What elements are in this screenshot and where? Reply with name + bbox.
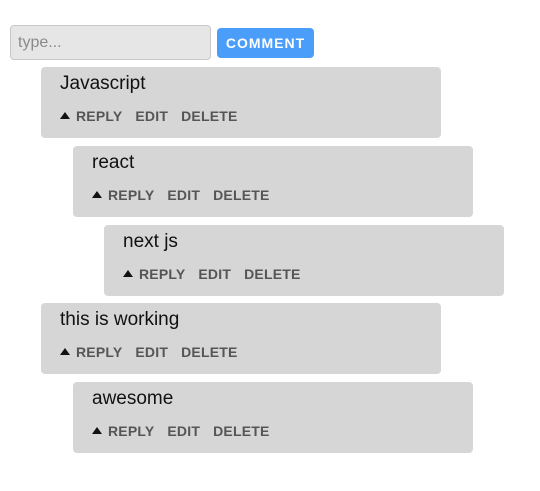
caret-up-icon xyxy=(92,426,102,434)
comment-text: react xyxy=(92,152,135,173)
reply-button[interactable]: REPLY xyxy=(92,187,154,203)
reply-button[interactable]: REPLY xyxy=(60,344,122,360)
comment-text: next js xyxy=(123,231,178,252)
reply-label: REPLY xyxy=(139,266,186,282)
caret-up-icon xyxy=(92,190,102,198)
comment-text: this is working xyxy=(60,309,180,330)
comment-text: awesome xyxy=(92,388,174,409)
caret-up-icon xyxy=(60,111,70,119)
delete-button[interactable]: DELETE xyxy=(181,344,237,360)
edit-button[interactable]: EDIT xyxy=(167,187,200,203)
comment-card: awesome REPLY EDIT DELETE xyxy=(73,382,473,453)
reply-label: REPLY xyxy=(108,423,155,439)
edit-button[interactable]: EDIT xyxy=(198,266,231,282)
comment-actions: REPLY EDIT DELETE xyxy=(60,344,251,360)
comment-text: Javascript xyxy=(60,73,146,94)
edit-button[interactable]: EDIT xyxy=(135,344,168,360)
edit-button[interactable]: EDIT xyxy=(135,108,168,124)
comment-button[interactable]: COMMENT xyxy=(217,27,314,58)
comment-card: react REPLY EDIT DELETE xyxy=(73,146,473,217)
caret-up-icon xyxy=(123,269,133,277)
delete-button[interactable]: DELETE xyxy=(213,187,269,203)
reply-button[interactable]: REPLY xyxy=(123,266,185,282)
caret-up-icon xyxy=(60,347,70,355)
reply-label: REPLY xyxy=(108,187,155,203)
reply-label: REPLY xyxy=(76,108,123,124)
edit-button[interactable]: EDIT xyxy=(167,423,200,439)
comment-card: this is working REPLY EDIT DELETE xyxy=(41,303,441,374)
comment-actions: REPLY EDIT DELETE xyxy=(92,423,283,439)
comment-card: Javascript REPLY EDIT DELETE xyxy=(41,67,441,138)
delete-button[interactable]: DELETE xyxy=(213,423,269,439)
reply-button[interactable]: REPLY xyxy=(92,423,154,439)
comment-card: next js REPLY EDIT DELETE xyxy=(104,225,504,296)
delete-button[interactable]: DELETE xyxy=(181,108,237,124)
comment-actions: REPLY EDIT DELETE xyxy=(92,187,283,203)
reply-label: REPLY xyxy=(76,344,123,360)
comment-input[interactable] xyxy=(10,25,211,60)
comment-actions: REPLY EDIT DELETE xyxy=(60,108,251,124)
comment-actions: REPLY EDIT DELETE xyxy=(123,266,314,282)
reply-button[interactable]: REPLY xyxy=(60,108,122,124)
delete-button[interactable]: DELETE xyxy=(244,266,300,282)
comment-composer: COMMENT xyxy=(10,25,314,60)
